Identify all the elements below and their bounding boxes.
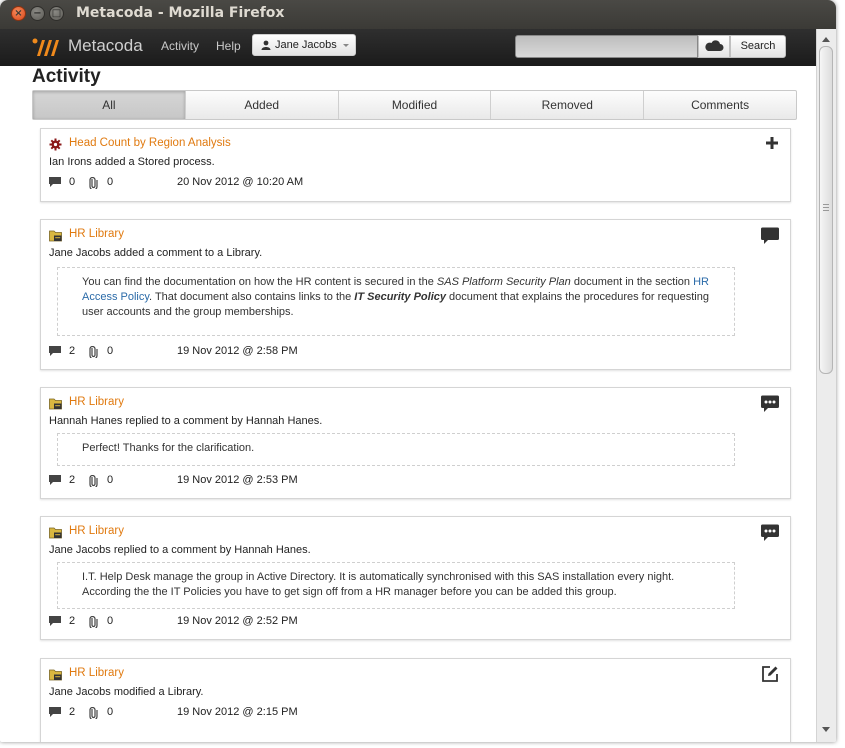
attachment-icon[interactable] [89, 616, 98, 628]
comment-count: 2 [69, 615, 76, 627]
scroll-up-arrow-icon[interactable] [822, 37, 830, 42]
window-titlebar: × − □ Metacoda - Mozilla Firefox [0, 0, 836, 29]
comment-count: 0 [69, 176, 76, 188]
window-maximize-button[interactable]: □ [49, 6, 64, 21]
tab-comments[interactable]: Comments [643, 91, 796, 119]
comment-icon[interactable] [759, 227, 781, 247]
chevron-down-icon [343, 44, 349, 47]
attachment-count: 0 [107, 615, 114, 627]
window-close-button[interactable]: × [11, 6, 26, 21]
comment-count-icon[interactable] [49, 177, 61, 188]
activity-description: Jane Jacobs added a comment to a Library… [49, 247, 263, 259]
library-icon [49, 398, 62, 410]
edit-icon[interactable] [761, 665, 779, 683]
attachment-count: 0 [107, 706, 114, 718]
stored-process-icon [49, 138, 62, 151]
scroll-down-arrow-icon[interactable] [822, 727, 830, 732]
cloud-button[interactable] [698, 35, 730, 58]
library-icon [49, 230, 62, 242]
attachment-count: 0 [107, 345, 114, 357]
activity-timestamp: 20 Nov 2012 @ 10:20 AM [177, 176, 304, 188]
browser-window: × − □ Metacoda - Mozilla Firefox Metacod… [0, 0, 836, 742]
comment-count: 2 [69, 706, 76, 718]
brand-name: Metacoda [68, 36, 143, 55]
user-name: Jane Jacobs [275, 39, 337, 51]
activity-description: Ian Irons added a Stored process. [49, 156, 215, 168]
tab-all[interactable]: All [33, 91, 185, 119]
activity-timestamp: 19 Nov 2012 @ 2:53 PM [177, 474, 298, 486]
user-icon [261, 40, 271, 50]
activity-card: HR Library Jane Jacobs replied to a comm… [40, 516, 791, 640]
nav-link-activity[interactable]: Activity [161, 39, 199, 53]
comment-quote: Perfect! Thanks for the clarification. [57, 433, 735, 466]
attachment-icon[interactable] [89, 707, 98, 719]
comment-count: 2 [69, 474, 76, 486]
attachment-count: 0 [107, 176, 114, 188]
window-title: Metacoda - Mozilla Firefox [76, 5, 285, 21]
activity-timestamp: 19 Nov 2012 @ 2:52 PM [177, 615, 298, 627]
comment-count-icon[interactable] [49, 346, 61, 357]
window-minimize-button[interactable]: − [30, 6, 45, 21]
nav-link-help[interactable]: Help [216, 39, 241, 53]
library-icon [49, 527, 62, 539]
activity-title-link[interactable]: HR Library [69, 228, 124, 240]
comment-count: 2 [69, 345, 76, 357]
activity-card: HR Library Jane Jacobs modified a Librar… [40, 658, 791, 742]
plus-icon[interactable] [765, 136, 779, 150]
activity-card: Head Count by Region Analysis Ian Irons … [40, 128, 791, 202]
reply-comment-icon[interactable] [759, 524, 781, 544]
comment-quote: I.T. Help Desk manage the group in Activ… [57, 562, 735, 609]
search-input[interactable] [515, 35, 698, 58]
library-icon [49, 669, 62, 681]
comment-count-icon[interactable] [49, 616, 61, 627]
activity-card: HR Library Jane Jacobs added a comment t… [40, 219, 791, 370]
attachment-icon[interactable] [89, 177, 98, 189]
activity-title-link[interactable]: Head Count by Region Analysis [69, 137, 231, 149]
activity-timestamp: 19 Nov 2012 @ 2:58 PM [177, 345, 298, 357]
user-menu-button[interactable]: Jane Jacobs [252, 34, 356, 56]
reply-comment-icon[interactable] [759, 395, 781, 415]
activity-filter-tabs: All Added Modified Removed Comments [32, 90, 797, 120]
tab-removed[interactable]: Removed [490, 91, 643, 119]
activity-card: HR Library Hannah Hanes replied to a com… [40, 387, 791, 499]
tab-modified[interactable]: Modified [337, 91, 491, 119]
activity-title-link[interactable]: HR Library [69, 396, 124, 408]
activity-title-link[interactable]: HR Library [69, 667, 124, 679]
comment-count-icon[interactable] [49, 475, 61, 486]
activity-description: Jane Jacobs replied to a comment by Hann… [49, 544, 311, 556]
comment-quote: You can find the documentation on how th… [57, 267, 735, 336]
attachment-icon[interactable] [89, 475, 98, 487]
activity-timestamp: 19 Nov 2012 @ 2:15 PM [177, 706, 298, 718]
search-button[interactable]: Search [730, 35, 786, 58]
attachment-icon[interactable] [89, 346, 98, 358]
metacoda-logo-icon [32, 38, 59, 56]
activity-description: Hannah Hanes replied to a comment by Han… [49, 415, 323, 427]
vertical-scrollbar[interactable] [816, 29, 836, 742]
scrollbar-thumb[interactable] [819, 46, 833, 374]
tab-added[interactable]: Added [184, 91, 338, 119]
cloud-icon [705, 40, 724, 51]
activity-title-link[interactable]: HR Library [69, 525, 124, 537]
activity-description: Jane Jacobs modified a Library. [49, 686, 204, 698]
app-navbar: Metacoda Activity Help Jane Jacobs Searc… [0, 29, 836, 66]
attachment-count: 0 [107, 474, 114, 486]
page-title: Activity [32, 66, 101, 87]
comment-count-icon[interactable] [49, 707, 61, 718]
